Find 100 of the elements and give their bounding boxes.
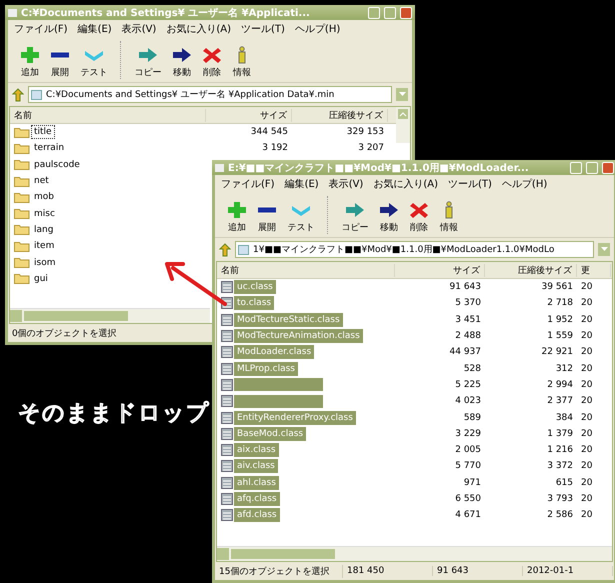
size-cell-text: 5 370 (454, 298, 482, 308)
modified-cell-text: 20 (580, 282, 594, 292)
packed-size-cell-text: 1 952 (546, 314, 574, 325)
size-cell-text: 2 005 (454, 445, 482, 456)
toolbar-button[interactable]: コピー (130, 41, 166, 79)
size-cell-text: 3 451 (454, 314, 482, 325)
menu-item[interactable]: ツール(T) (241, 22, 285, 36)
column-header[interactable]: サイズ (206, 108, 292, 122)
modified-cell-text: 20 (580, 412, 594, 423)
toolbar-button[interactable]: 移動 (168, 41, 196, 79)
menu-item[interactable]: 編集(E) (284, 177, 319, 191)
packed-size-cell-text: 3 793 (546, 494, 574, 504)
window-title: C:¥Documents and Settings¥ ユーザー名 ¥Applicati... (21, 6, 311, 20)
file-name[interactable]: lang (31, 222, 56, 237)
packed-size-cell-text: 329 153 (346, 127, 385, 138)
file-name[interactable]: isom (31, 256, 58, 270)
status-text: 2012-01-1 (523, 566, 613, 576)
menu-item[interactable]: ファイル(F) (221, 177, 275, 191)
menu-item[interactable]: お気に入り(A) (373, 177, 438, 191)
modified-cell-text: 20 (580, 298, 594, 308)
size-cell-text: 91 643 (448, 282, 482, 292)
file-name[interactable]: title (31, 125, 55, 140)
packed-size-cell-text: 312 (554, 364, 574, 374)
path-field[interactable]: C:¥Documents and Settings¥ ユーザー名 ¥Application Data¥.min (28, 86, 392, 103)
toolbar-button[interactable]: 移動 (375, 196, 403, 234)
size-cell-text: 5 225 (454, 380, 482, 390)
packed-size-cell-text: 3 207 (357, 143, 385, 154)
size-cell-text: 4 671 (454, 510, 482, 520)
toolbar-button[interactable]: 展開 (253, 196, 281, 234)
column-header[interactable]: 更 (577, 264, 611, 276)
packed-size-cell-text: 2 994 (546, 380, 574, 390)
annotation-text: そのままドロップ (18, 400, 210, 428)
modified-cell-text: 20 (580, 396, 594, 406)
toolbar-button[interactable]: 展開 (46, 41, 74, 79)
menu-item[interactable]: ヘルプ(H) (502, 177, 548, 191)
menu-item[interactable]: 表示(V) (328, 177, 364, 191)
packed-size-cell-text: 39 561 (540, 282, 574, 292)
size-cell-text: 344 545 (250, 127, 289, 138)
modified-cell-text: 20 (580, 461, 594, 472)
size-cell-text: 6 550 (454, 494, 482, 504)
modified-cell-text: 20 (580, 364, 594, 374)
file-name[interactable]: terrain (31, 141, 68, 156)
menu-item[interactable]: 編集(E) (78, 22, 112, 36)
toolbar-button[interactable]: 削除 (198, 41, 226, 79)
toolbar-button[interactable]: 追加 (223, 196, 251, 234)
size-cell-text: 4 023 (454, 396, 482, 406)
size-cell-text: 2 488 (454, 331, 482, 342)
status-text: 181 450 (343, 566, 433, 576)
size-cell-text: 44 937 (448, 347, 482, 358)
packed-size-cell-text: 2 718 (546, 298, 574, 308)
file-name[interactable]: item (31, 239, 58, 254)
menu-item[interactable]: ツール(T) (448, 177, 492, 191)
file-name[interactable]: net (31, 174, 52, 188)
column-header[interactable]: サイズ (395, 264, 485, 276)
column-header[interactable]: 圧縮後サイズ (485, 264, 577, 276)
file-name[interactable]: mob (31, 190, 57, 204)
toolbar-button[interactable]: テスト (76, 41, 112, 79)
modified-cell-text: 20 (580, 494, 594, 504)
packed-size-cell-text: 2 586 (546, 510, 574, 520)
menu-item[interactable]: ファイル(F) (14, 22, 68, 36)
size-cell-text: 3 192 (261, 143, 289, 154)
modified-cell-text: 20 (580, 428, 594, 439)
toolbar-button[interactable]: コピー (337, 196, 373, 234)
size-cell-text: 528 (462, 364, 482, 374)
menu-item[interactable]: ヘルプ(H) (294, 22, 340, 36)
size-cell-text: 589 (462, 412, 482, 423)
toolbar-button[interactable]: 追加 (16, 41, 44, 79)
toolbar-button[interactable]: 削除 (405, 196, 433, 234)
packed-size-cell-text: 1 559 (546, 331, 574, 342)
toolbar-button[interactable]: 情報 (228, 41, 256, 79)
modified-cell-text: 20 (580, 445, 594, 456)
path-text: 1¥■■マインクラフト■■¥Mod¥■1.1.0用■¥ModLoader1.1.0¥ModLo (253, 244, 554, 256)
packed-size-cell-text: 615 (554, 478, 574, 488)
file-name[interactable]: gui (31, 272, 51, 286)
modified-cell-text: 20 (580, 478, 594, 488)
packed-size-cell-text: 1 216 (546, 445, 574, 456)
modified-cell-text: 20 (580, 331, 594, 342)
toolbar-button[interactable]: 情報 (435, 196, 463, 234)
file-name[interactable]: paulscode (31, 158, 83, 172)
window-title: E:¥■■マインクラフト■■¥Mod¥■1.1.0用■¥ModLoader... (228, 162, 530, 174)
column-header[interactable]: 名前 (217, 264, 395, 276)
menu-item[interactable]: 表示(V) (122, 22, 156, 36)
menu-item[interactable]: お気に入り(A) (166, 22, 231, 36)
size-cell-text: 971 (462, 478, 482, 488)
status-text: 15個のオブジェクトを選択 (215, 564, 343, 578)
status-text: 91 643 (433, 566, 523, 576)
packed-size-cell-text: 384 (554, 412, 574, 423)
file-name[interactable]: misc (31, 206, 58, 221)
modified-cell-text: 20 (580, 347, 594, 358)
packed-size-cell-text: 22 921 (540, 347, 574, 358)
size-cell-text: 5 770 (454, 461, 482, 472)
modified-cell-text: 20 (580, 314, 594, 325)
modified-cell-text: 20 (580, 380, 594, 390)
packed-size-cell-text: 1 379 (546, 428, 574, 439)
column-header[interactable]: 圧縮後サイズ (292, 108, 388, 122)
path-field[interactable]: 1¥■■マインクラフト■■¥Mod¥■1.1.0用■¥ModLoader1.1.0¥ModLo (235, 241, 594, 258)
path-text: C:¥Documents and Settings¥ ユーザー名 ¥Application Data¥.min (46, 88, 334, 101)
modified-cell-text: 20 (580, 510, 594, 520)
column-header[interactable]: 名前 (10, 108, 206, 122)
toolbar-button[interactable]: テスト (283, 196, 319, 234)
